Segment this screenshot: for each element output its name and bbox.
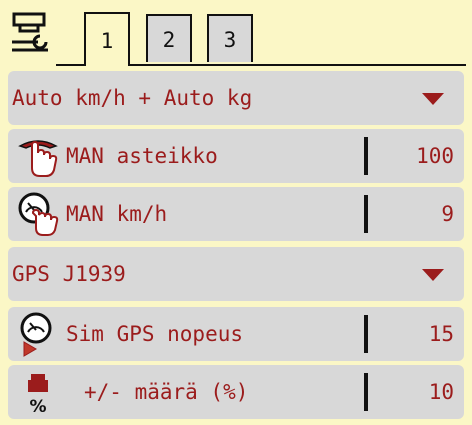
- quantity-percent-value: 10: [428, 380, 454, 404]
- divider: [364, 315, 368, 353]
- sim-gps-speed-value: 15: [428, 322, 454, 346]
- sim-gps-speed-label: Sim GPS nopeus: [66, 322, 244, 346]
- divider: [364, 137, 368, 175]
- gps-source-label: GPS J1939: [12, 262, 126, 286]
- quantity-percent-icon: %: [28, 374, 48, 416]
- chevron-down-icon: [422, 269, 444, 281]
- manual-speed-icon: [18, 192, 59, 236]
- tab-3[interactable]: 3: [207, 14, 253, 62]
- speed-source-dropdown[interactable]: Auto km/h + Auto kg: [8, 71, 464, 125]
- divider: [364, 195, 368, 233]
- man-scale-label: MAN asteikko: [66, 144, 218, 168]
- svg-text:%: %: [29, 397, 46, 416]
- divider: [364, 373, 368, 411]
- sim-gps-speed-row[interactable]: Sim GPS nopeus 15: [8, 307, 464, 361]
- gps-source-dropdown[interactable]: GPS J1939: [8, 247, 464, 301]
- settings-tools-icon[interactable]: [10, 8, 50, 58]
- quantity-percent-label: +/- määrä (%): [84, 380, 249, 404]
- man-speed-row[interactable]: MAN km/h 9: [8, 187, 464, 241]
- tab-1[interactable]: 1: [84, 12, 130, 66]
- tab-bar: 1 2 3: [0, 0, 472, 66]
- speed-source-label: Auto km/h + Auto kg: [12, 86, 253, 110]
- man-speed-value: 9: [441, 202, 454, 226]
- tab-2[interactable]: 2: [146, 14, 192, 62]
- quantity-percent-row[interactable]: % +/- määrä (%) 10: [8, 365, 464, 419]
- man-scale-row[interactable]: MAN asteikko 100: [8, 129, 464, 183]
- man-scale-value: 100: [416, 144, 454, 168]
- sim-gps-speed-icon: [20, 312, 52, 357]
- manual-scale-icon: [18, 140, 58, 177]
- chevron-down-icon: [422, 93, 444, 105]
- man-speed-label: MAN km/h: [66, 202, 168, 226]
